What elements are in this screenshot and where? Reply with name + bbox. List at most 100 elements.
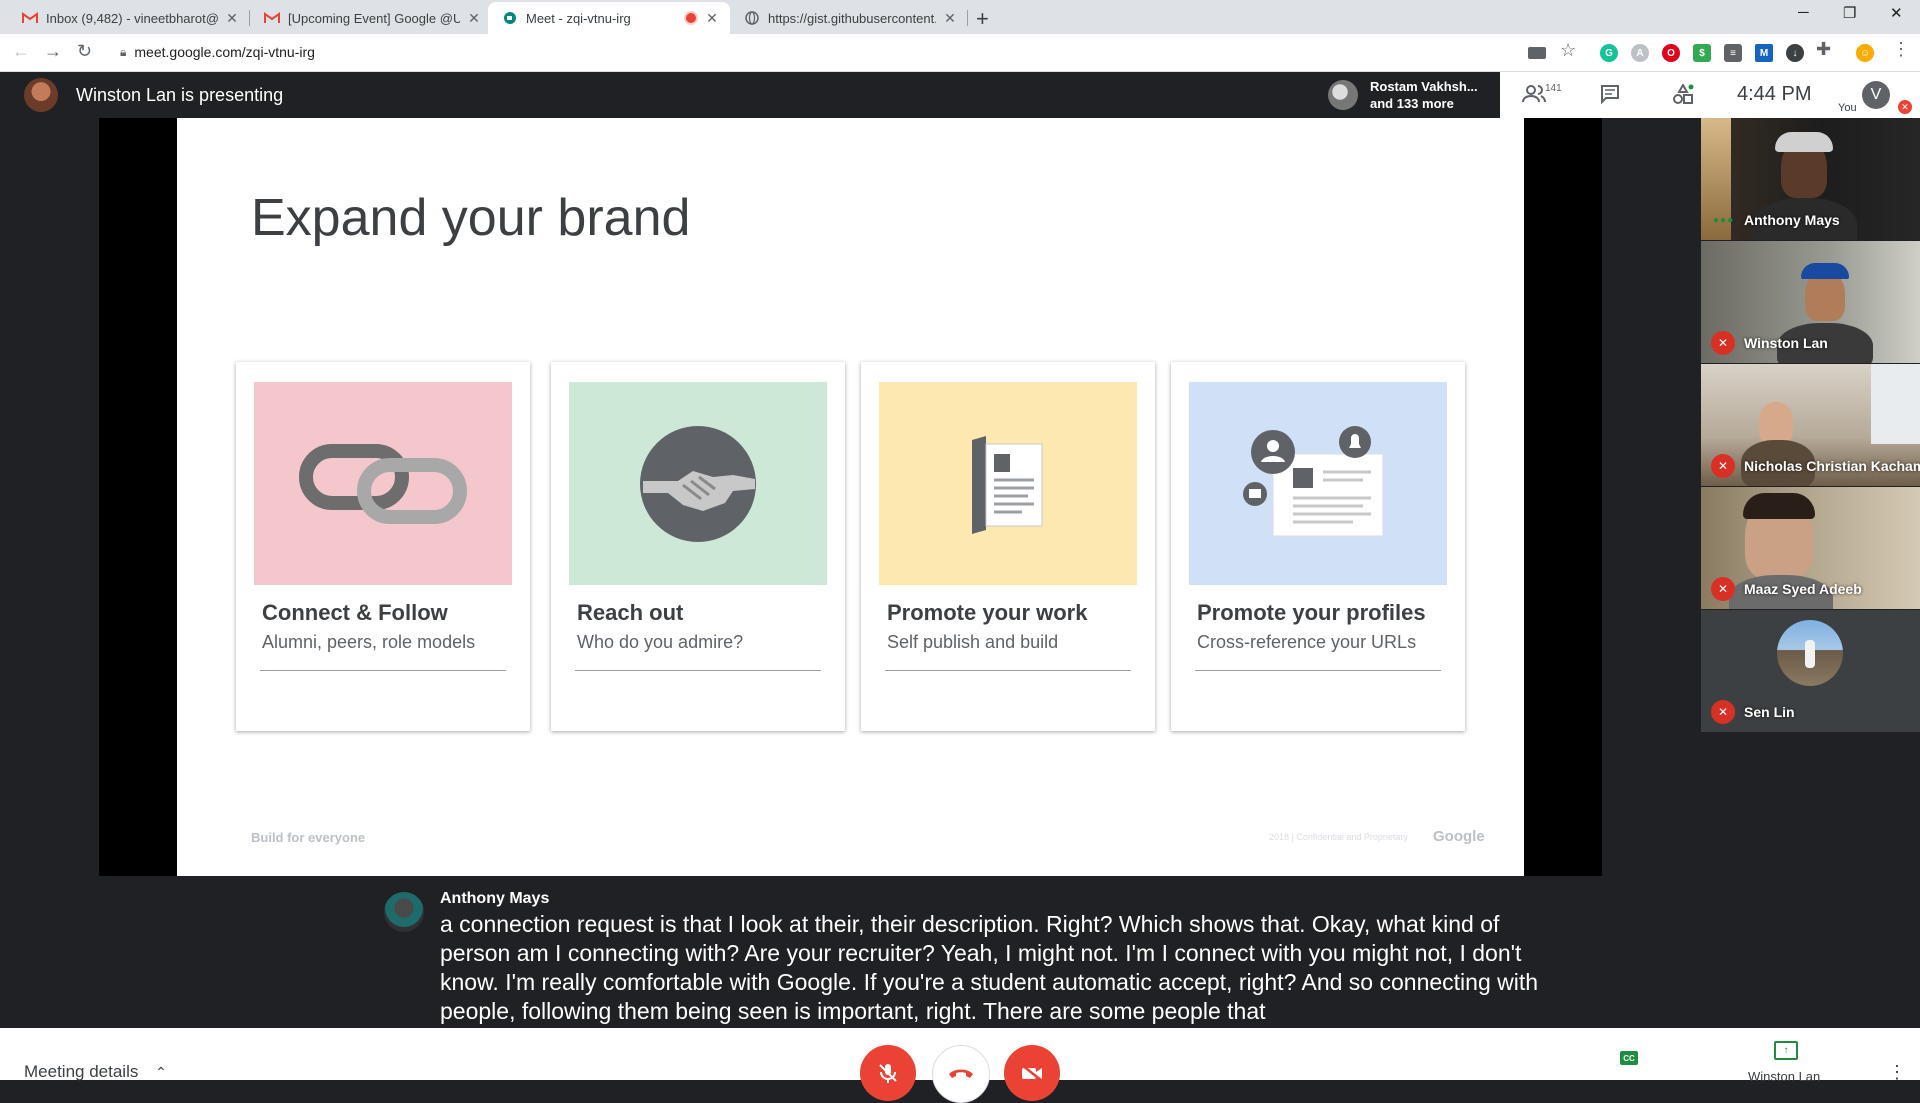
chrome-menu-icon[interactable]: ⋮: [1892, 39, 1910, 60]
tab-title: [Upcoming Event] Google @UCI: [288, 10, 460, 26]
background-window: [1871, 364, 1920, 444]
browser-tab-strip: Inbox (9,482) - vineetbharot@gm ✕ [Upcom…: [0, 0, 1920, 34]
tab-title: Meet - zqi-vtnu-irg: [526, 10, 631, 26]
captions-icon[interactable]: CC: [1620, 1051, 1638, 1065]
meet-bottom-bar: Meeting details ⌃ CC ↑ Winston Lan ⋮: [0, 1028, 1920, 1103]
slide-title: Expand your brand: [251, 189, 691, 247]
slide-card-promote-profiles: Promote your profiles Cross-reference yo…: [1171, 362, 1465, 731]
slide-card-connect: Connect & Follow Alumni, peers, role mod…: [236, 362, 530, 731]
minimize-button[interactable]: ─: [1798, 4, 1809, 21]
reader-icon[interactable]: ≡: [1724, 44, 1742, 62]
tab-title: Inbox (9,482) - vineetbharot@gm: [46, 10, 218, 26]
close-tab-icon[interactable]: ✕: [466, 10, 482, 27]
mic-toggle-button[interactable]: [860, 1045, 916, 1101]
mic-off-icon: ✕: [1711, 331, 1735, 355]
participant-cap: [1801, 263, 1849, 279]
close-tab-icon[interactable]: ✕: [704, 10, 720, 27]
browser-tab-meet[interactable]: Meet - zqi-vtnu-irg ✕: [488, 2, 730, 34]
chain-link-icon: [254, 382, 512, 585]
mic-off-icon: [879, 1064, 897, 1083]
card-title: Promote your work: [887, 600, 1088, 625]
close-window-button[interactable]: ✕: [1890, 4, 1903, 22]
globe-icon: [744, 10, 760, 26]
activities-icon[interactable]: [1672, 82, 1694, 112]
chat-icon[interactable]: [1600, 84, 1620, 110]
card-subtitle: Who do you admire?: [577, 632, 744, 652]
presenting-status: Winston Lan is presenting: [76, 85, 284, 105]
card-divider: [885, 670, 1131, 671]
opera-icon[interactable]: O: [1662, 44, 1680, 62]
meeting-details-label: Meeting details: [24, 1062, 139, 1081]
participant-tile[interactable]: ✕ Winston Lan: [1701, 241, 1920, 363]
slide-footer-tagline: Build for everyone: [251, 830, 366, 845]
raised-hand-notification[interactable]: Rostam Vakhsh... and 133 more: [1322, 72, 1500, 118]
participant-tile[interactable]: ●●● Anthony Mays: [1701, 118, 1920, 240]
camera-off-icon: [1021, 1064, 1043, 1082]
profile-avatar-icon[interactable]: ☺: [1856, 44, 1874, 62]
participant-name: Winston Lan: [1744, 335, 1828, 351]
recording-indicator-icon: [684, 11, 698, 25]
browser-tab-gist[interactable]: https://gist.githubusercontent.co ✕: [730, 2, 968, 34]
address-bar[interactable]: 🔒︎ meet.google.com/zqi-vtnu-irg: [110, 38, 1530, 66]
participant-cap: [1775, 132, 1833, 152]
m-extension-icon[interactable]: M: [1755, 44, 1773, 62]
participant-tile[interactable]: ✕ Sen Lin: [1701, 610, 1920, 732]
url-text: meet.google.com/zqi-vtnu-irg: [134, 44, 315, 60]
card-title: Reach out: [577, 600, 684, 625]
participant-tile[interactable]: ✕ Maaz Syed Adeeb: [1701, 487, 1920, 609]
slide-footer-logo: Google: [1433, 828, 1485, 845]
evernote-icon[interactable]: $: [1693, 44, 1711, 62]
people-count: 141: [1545, 83, 1562, 94]
gmail-icon: [264, 10, 280, 26]
camera-icon[interactable]: [1528, 47, 1546, 59]
forward-arrow-icon[interactable]: →: [44, 41, 62, 62]
card-divider: [260, 670, 506, 671]
restore-button[interactable]: ❐: [1843, 4, 1856, 22]
slide-card-reach-out: Reach out Who do you admire?: [551, 362, 845, 731]
self-avatar[interactable]: V: [1862, 81, 1890, 109]
caption-speaker-avatar: [384, 892, 424, 932]
document-icon: [879, 382, 1137, 585]
meeting-details-button[interactable]: Meeting details ⌃: [24, 1062, 167, 1082]
participant-tile[interactable]: ✕ Nicholas Christian Kachami: [1701, 364, 1920, 486]
card-subtitle: Alumni, peers, role models: [262, 632, 476, 652]
new-tab-button[interactable]: +: [976, 6, 989, 32]
back-arrow-icon[interactable]: ←: [12, 41, 30, 62]
mic-off-icon: ✕: [1711, 454, 1735, 478]
mic-off-icon: ✕: [1711, 577, 1735, 601]
tab-title: https://gist.githubusercontent.co: [768, 10, 936, 26]
adblock-icon[interactable]: A: [1631, 44, 1649, 62]
participant-name: Maaz Syed Adeeb: [1744, 581, 1862, 597]
present-screen-icon[interactable]: ↑: [1774, 1041, 1798, 1060]
mic-off-icon: ✕: [1711, 700, 1735, 724]
lock-icon: 🔒︎: [120, 44, 127, 59]
participant-name: Sen Lin: [1744, 704, 1795, 720]
gmail-icon: [22, 10, 38, 26]
reload-icon[interactable]: ↻: [77, 41, 92, 62]
browser-tab-inbox[interactable]: Inbox (9,482) - vineetbharot@gm ✕: [8, 2, 250, 34]
close-tab-icon[interactable]: ✕: [224, 10, 240, 27]
bookmark-star-icon[interactable]: ☆: [1560, 40, 1576, 61]
participant-name: Nicholas Christian Kachami: [1744, 458, 1920, 474]
close-tab-icon[interactable]: ✕: [942, 10, 958, 27]
avatar-figure: [1805, 640, 1815, 668]
people-icon[interactable]: [1522, 84, 1546, 110]
grammarly-icon[interactable]: G: [1600, 44, 1618, 62]
browser-tab-upcoming-event[interactable]: [Upcoming Event] Google @UCI ✕: [250, 2, 492, 34]
card-divider: [1195, 670, 1441, 671]
end-call-button[interactable]: [932, 1045, 990, 1103]
card-title: Promote your profiles: [1197, 600, 1426, 625]
extensions-puzzle-icon[interactable]: ✚: [1816, 39, 1831, 60]
card-subtitle: Self publish and build: [887, 632, 1059, 652]
chevron-up-icon: ⌃: [155, 1064, 167, 1080]
raise-more: and 133 more: [1370, 96, 1454, 111]
phone-hangup-icon: [949, 1069, 973, 1078]
caption-speaker-name: Anthony Mays: [440, 890, 550, 907]
card-title: Connect & Follow: [262, 600, 448, 625]
avatar: [1777, 620, 1843, 686]
camera-toggle-button[interactable]: [1004, 1045, 1060, 1101]
card-subtitle: Cross-reference your URLs: [1197, 632, 1417, 652]
profile-page-icon: [1189, 382, 1447, 585]
download-icon[interactable]: ↓: [1786, 44, 1804, 62]
card-divider: [575, 670, 821, 671]
